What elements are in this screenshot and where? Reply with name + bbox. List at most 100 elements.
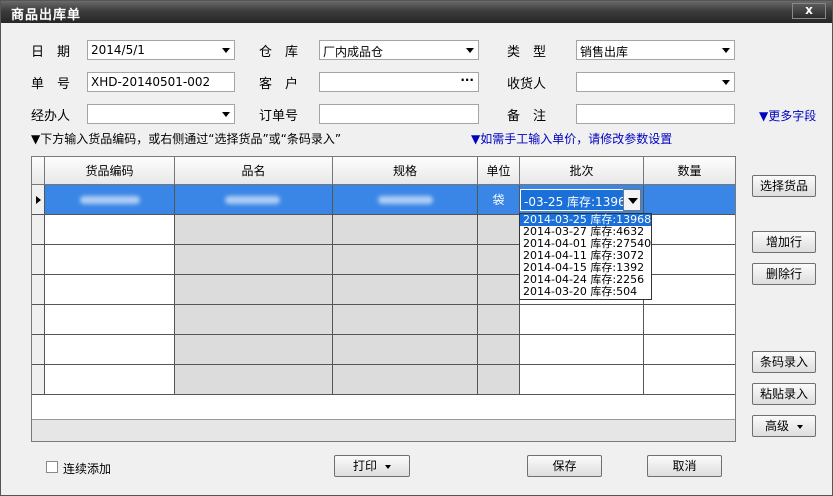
- unit-cell[interactable]: 袋: [478, 185, 520, 215]
- print-button[interactable]: 打印: [334, 455, 410, 477]
- table-cell[interactable]: [45, 185, 175, 215]
- manual-price-link[interactable]: ▼如需手工输入单价，请修改参数设置: [471, 130, 672, 147]
- table-cell: [175, 365, 333, 395]
- receiver-select[interactable]: [576, 72, 735, 92]
- row-indicator[interactable]: [32, 305, 45, 335]
- row-indicator[interactable]: [32, 215, 45, 245]
- table-cell: [175, 305, 333, 335]
- chevron-down-icon[interactable]: [222, 112, 230, 117]
- outbound-dialog: 商品出库单 x 日 期 2014/5/1 仓 库 厂内成品仓 类 型 销售出库 …: [0, 0, 833, 496]
- customer-label: 客 户: [259, 77, 299, 92]
- row-indicator[interactable]: [32, 275, 45, 305]
- table-cell[interactable]: [45, 215, 175, 245]
- table-cell[interactable]: [520, 365, 644, 395]
- chevron-down-icon[interactable]: [722, 80, 730, 85]
- order-label: 订单号: [259, 109, 299, 124]
- col-header-name[interactable]: 品名: [175, 157, 333, 185]
- continuous-add-label[interactable]: 连续添加: [63, 460, 111, 477]
- number-label: 单 号: [31, 77, 71, 92]
- add-row-button[interactable]: 增加行: [752, 231, 816, 253]
- continuous-add-checkbox[interactable]: [46, 461, 58, 473]
- col-header-spec[interactable]: 规格: [333, 157, 478, 185]
- number-field[interactable]: XHD-20140501-002: [87, 72, 235, 92]
- table-cell[interactable]: [520, 305, 644, 335]
- table-cell: [478, 245, 520, 275]
- handler-select[interactable]: [87, 104, 235, 124]
- number-value: XHD-20140501-002: [91, 75, 211, 89]
- col-header-batch[interactable]: 批次: [520, 157, 644, 185]
- print-label: 打印: [352, 459, 377, 473]
- type-select[interactable]: 销售出库: [576, 40, 735, 60]
- table-cell[interactable]: [45, 365, 175, 395]
- row-indicator[interactable]: [32, 245, 45, 275]
- cancel-button[interactable]: 取消: [647, 455, 722, 477]
- warehouse-select[interactable]: 厂内成品仓: [319, 40, 479, 60]
- table-cell[interactable]: [520, 335, 644, 365]
- table-cell[interactable]: [644, 365, 735, 395]
- table-cell: [333, 275, 478, 305]
- delete-row-button[interactable]: 删除行: [752, 263, 816, 285]
- table-cell[interactable]: [175, 185, 333, 215]
- table-cell[interactable]: [45, 275, 175, 305]
- chevron-down-icon[interactable]: [222, 48, 230, 53]
- close-button[interactable]: x: [792, 3, 826, 19]
- date-label: 日 期: [31, 45, 71, 60]
- table-cell: [333, 335, 478, 365]
- title-bar[interactable]: 商品出库单 x: [1, 1, 832, 23]
- chevron-down-icon: [385, 464, 391, 469]
- table-cell[interactable]: [45, 335, 175, 365]
- customer-field[interactable]: ···: [319, 72, 479, 92]
- table-cell[interactable]: [45, 305, 175, 335]
- row-indicator[interactable]: [32, 335, 45, 365]
- col-header-unit[interactable]: 单位: [478, 157, 520, 185]
- advanced-label: 高级: [764, 419, 789, 433]
- table-cell: [478, 275, 520, 305]
- table-cell[interactable]: [45, 245, 175, 275]
- order-field[interactable]: [319, 104, 479, 124]
- row-indicator[interactable]: [32, 185, 45, 215]
- remark-field[interactable]: [576, 104, 735, 124]
- window-title: 商品出库单: [11, 8, 82, 23]
- table-cell[interactable]: [644, 215, 735, 245]
- ellipsis-icon[interactable]: ···: [460, 73, 474, 87]
- barcode-entry-button[interactable]: 条码录入: [752, 351, 816, 373]
- row-indicator[interactable]: [32, 365, 45, 395]
- batch-option[interactable]: 2014-03-20 库存:504: [520, 286, 651, 298]
- qty-cell[interactable]: [644, 185, 735, 215]
- type-value: 销售出库: [580, 45, 629, 59]
- batch-combo-toggle[interactable]: [623, 189, 641, 211]
- paste-entry-button[interactable]: 粘贴录入: [752, 383, 816, 405]
- grid-summary-bar: [32, 419, 735, 441]
- date-value: 2014/5/1: [91, 43, 145, 57]
- redacted-text: [378, 196, 433, 204]
- chevron-down-icon: [797, 424, 803, 429]
- table-cell: [478, 305, 520, 335]
- table-cell: [333, 215, 478, 245]
- table-cell[interactable]: [644, 335, 735, 365]
- table-cell[interactable]: [333, 185, 478, 215]
- chevron-down-icon[interactable]: [466, 48, 474, 53]
- table-cell: [333, 365, 478, 395]
- table-cell[interactable]: [644, 305, 735, 335]
- chevron-down-icon[interactable]: [722, 48, 730, 53]
- row-header-corner: [32, 157, 45, 185]
- save-button[interactable]: 保存: [527, 455, 602, 477]
- select-goods-button[interactable]: 选择货品: [752, 175, 816, 197]
- redacted-text: [225, 196, 280, 204]
- table-cell[interactable]: [644, 245, 735, 275]
- table-cell[interactable]: [644, 275, 735, 305]
- advanced-button[interactable]: 高级: [752, 415, 816, 437]
- table-cell: [175, 245, 333, 275]
- batch-combo-input[interactable]: -03-25 库存:13968: [520, 189, 640, 211]
- table-cell: [175, 335, 333, 365]
- batch-dropdown-list[interactable]: 2014-03-25 库存:13968 2014-03-27 库存:4632 2…: [519, 213, 652, 300]
- more-fields-link[interactable]: ▼更多字段: [759, 107, 816, 124]
- warehouse-label: 仓 库: [259, 45, 299, 60]
- handler-label: 经办人: [31, 109, 71, 124]
- redacted-text: [80, 196, 140, 204]
- col-header-qty[interactable]: 数量: [644, 157, 735, 185]
- col-header-code[interactable]: 货品编码: [45, 157, 175, 185]
- table-cell: [478, 365, 520, 395]
- date-field[interactable]: 2014/5/1: [87, 40, 235, 60]
- warehouse-value: 厂内成品仓: [323, 45, 384, 59]
